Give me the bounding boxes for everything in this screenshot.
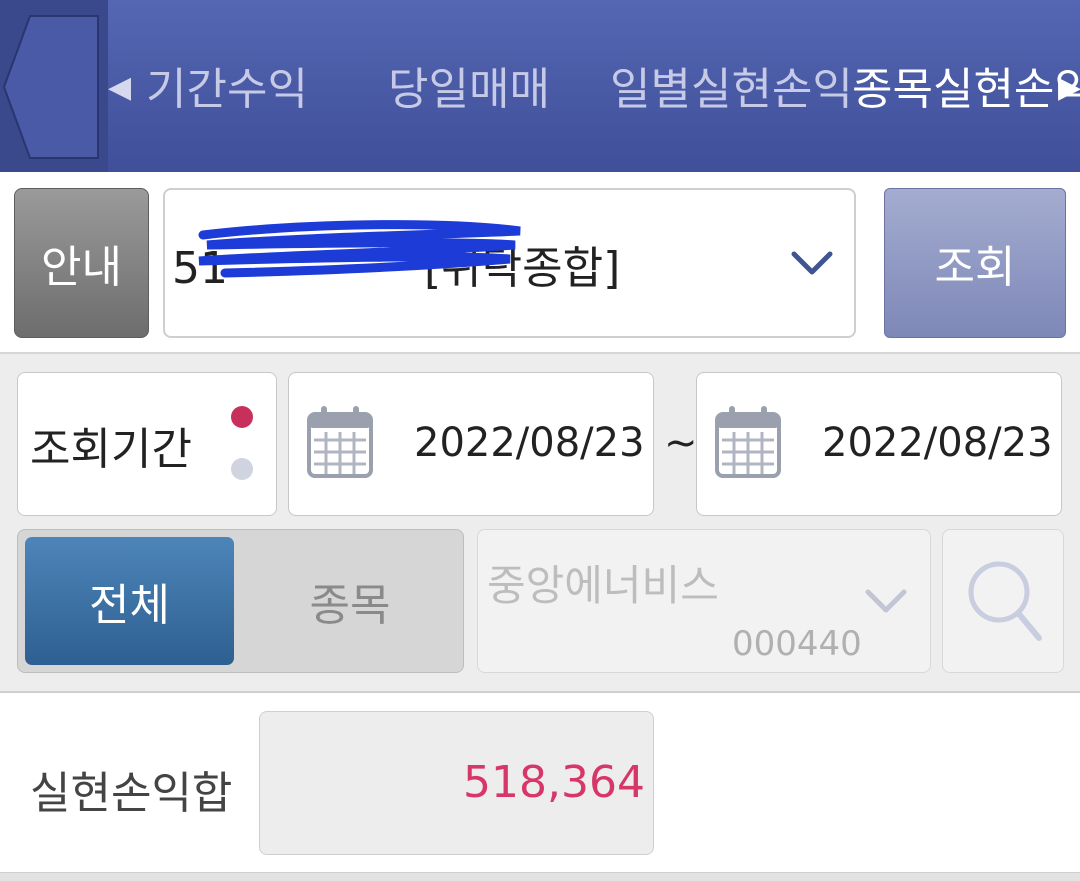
back-button[interactable] <box>0 0 108 172</box>
segment-item-label: 종목 <box>309 580 391 631</box>
calendar-icon <box>715 406 781 478</box>
tab-item-realized-profit[interactable]: 종목실현손익 <box>852 55 1080 125</box>
segment-item-button[interactable]: 종목 <box>240 537 460 665</box>
calendar-icon <box>307 406 373 478</box>
query-button[interactable]: 조회 <box>884 188 1066 338</box>
guide-button[interactable]: 안내 <box>14 188 149 338</box>
redaction-scribble <box>198 220 521 278</box>
next-tab-arrow-icon[interactable]: ▶ <box>1058 70 1080 105</box>
tab-daily-trade[interactable]: 당일매매 <box>388 55 550 125</box>
realized-profit-sum-value: 518,364 <box>463 757 645 808</box>
stock-search-button[interactable] <box>942 529 1064 673</box>
bottom-divider <box>0 872 1080 881</box>
tab-daily-realized-profit[interactable]: 일별실현손익 <box>610 55 853 125</box>
chevron-down-icon[interactable] <box>864 588 908 616</box>
query-button-label: 조회 <box>934 242 1016 293</box>
tab-period-profit[interactable]: 기간수익 <box>146 55 308 125</box>
start-date-value: 2022/08/23 <box>414 420 645 466</box>
segment-all-label: 전체 <box>89 580 170 631</box>
segment-all-button[interactable]: 전체 <box>25 537 234 665</box>
realized-profit-sum-label: 실현손익합 <box>30 768 233 819</box>
prev-tab-arrow-icon[interactable]: ◀ <box>108 70 131 105</box>
stock-name: 중앙에너비스 <box>487 561 719 610</box>
period-dot-inactive-icon <box>231 458 253 480</box>
period-dot-active-icon <box>231 406 253 428</box>
stock-code: 000440 <box>732 624 862 664</box>
period-label: 조회기간 <box>30 424 192 475</box>
chevron-down-icon[interactable] <box>790 250 834 278</box>
search-icon <box>968 561 1042 641</box>
back-arrow-icon <box>2 15 99 159</box>
guide-button-label: 안내 <box>41 242 122 293</box>
end-date-value: 2022/08/23 <box>822 420 1053 466</box>
date-range-separator: ~ <box>664 420 698 466</box>
